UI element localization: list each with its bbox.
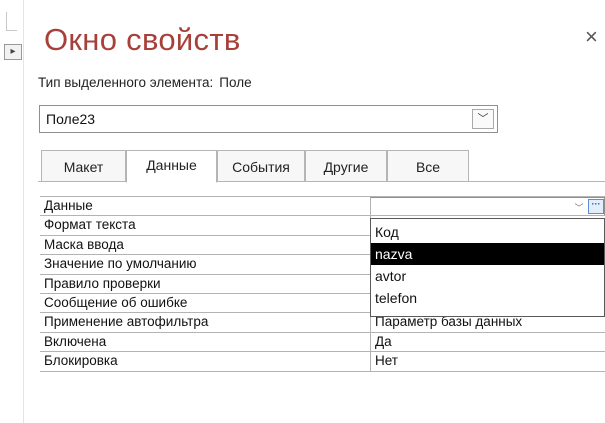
chevron-down-icon[interactable]: ﹀ — [472, 109, 494, 129]
tab-other[interactable]: Другие — [305, 150, 387, 182]
tab-events[interactable]: События — [217, 150, 305, 182]
property-row-locked[interactable]: Блокировка Нет — [40, 352, 605, 372]
property-name: Данные — [44, 198, 93, 213]
left-divider — [23, 0, 24, 423]
tabs-underline — [38, 181, 605, 182]
property-value: Нет — [375, 353, 398, 369]
property-name: Маска ввода — [44, 236, 124, 252]
property-row-enabled[interactable]: Включена Да — [40, 332, 605, 353]
property-name: Блокировка — [44, 353, 118, 369]
dropdown-option[interactable]: avtor — [371, 265, 604, 287]
property-name: Сообщение об ошибке — [44, 294, 188, 310]
row-selector-arrow-icon[interactable]: ▸ — [4, 44, 22, 60]
property-name: Формат текста — [44, 217, 136, 233]
tab-all[interactable]: Все — [387, 150, 469, 182]
property-value: Да — [375, 333, 392, 349]
property-name: Значение по умолчанию — [44, 256, 197, 272]
property-name: Применение автофильтра — [44, 314, 209, 330]
property-name: Правило проверки — [44, 275, 161, 291]
dropdown-option[interactable]: Код — [371, 221, 604, 243]
property-value-cell[interactable]: Да — [370, 332, 605, 352]
tab-layout[interactable]: Макет — [41, 150, 126, 182]
ruler-corner — [6, 12, 17, 31]
chevron-down-icon[interactable]: ﹀ — [572, 200, 586, 214]
selection-type-value: Поле — [219, 75, 252, 90]
property-tabs: Макет Данные События Другие Все — [41, 150, 469, 183]
object-selector-value: Поле23 — [46, 111, 96, 127]
close-icon[interactable]: × — [585, 24, 598, 50]
dropdown-option[interactable]: telefon — [371, 287, 604, 309]
selection-type-line: Тип выделенного элемента: Поле — [38, 75, 252, 90]
window-title: Окно свойств — [44, 22, 241, 57]
object-selector-combo[interactable]: Поле23 ﹀ — [39, 105, 498, 133]
property-sheet: ▸ Окно свойств × Тип выделенного элемент… — [0, 0, 605, 423]
field-dropdown-list[interactable]: Код nazva avtor telefon — [370, 218, 605, 317]
tab-data[interactable]: Данные — [126, 150, 217, 183]
property-value-cell[interactable]: ﹀ ··· — [370, 197, 605, 216]
selection-type-label: Тип выделенного элемента: — [38, 75, 214, 90]
ellipsis-builder-icon[interactable]: ··· — [588, 199, 604, 214]
left-edge-strip: ▸ — [0, 0, 24, 423]
dropdown-option-selected[interactable]: nazva — [371, 243, 604, 265]
property-name: Включена — [44, 333, 107, 349]
property-row-control-source[interactable]: Данные ﹀ ··· — [40, 197, 605, 217]
property-value-cell[interactable]: Нет — [370, 352, 605, 371]
